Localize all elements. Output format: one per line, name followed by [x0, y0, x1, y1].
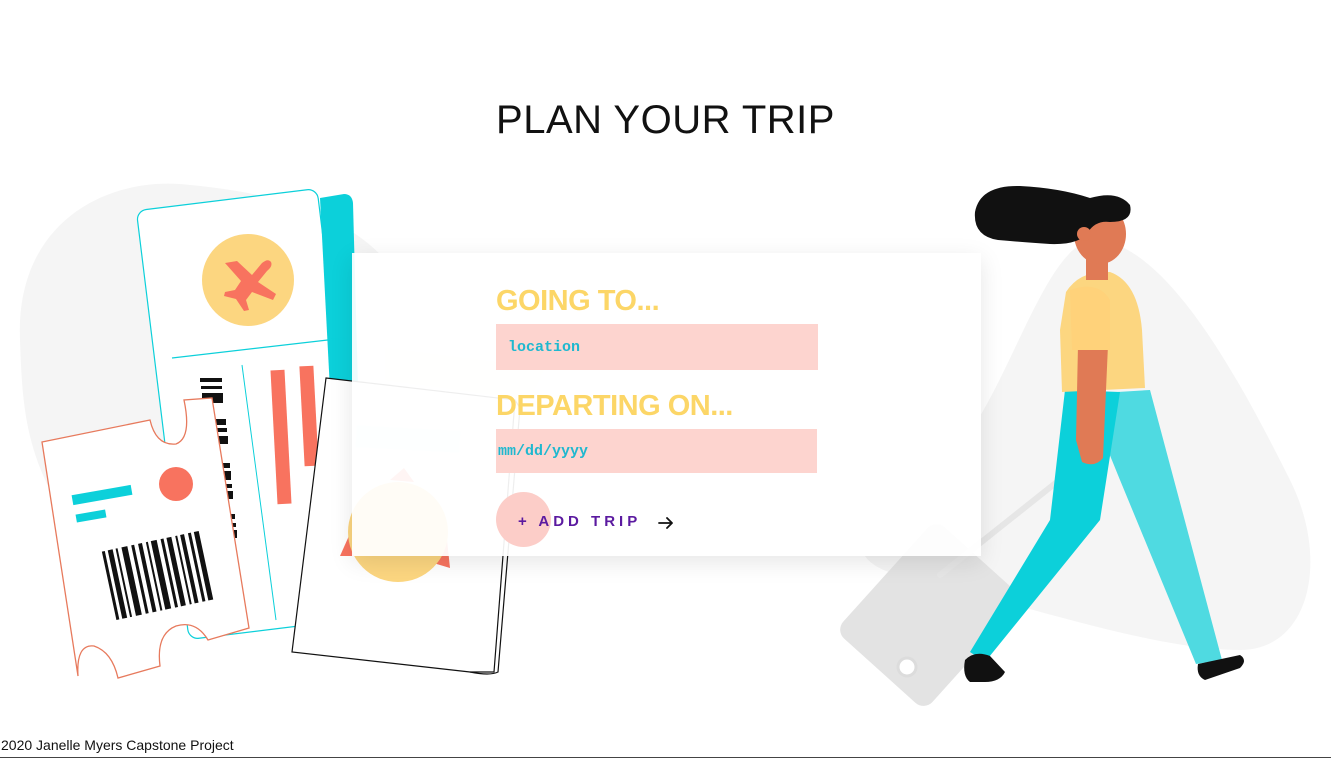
add-trip-label: + ADD TRIP	[518, 513, 642, 530]
footer-divider	[0, 757, 1331, 758]
departure-date-label: DEPARTING ON...	[496, 390, 733, 422]
plan-trip-card: GOING TO... DEPARTING ON... + ADD TRIP	[352, 253, 981, 556]
ticket-dot	[159, 467, 193, 501]
admission-ticket	[41, 397, 250, 679]
destination-input[interactable]	[496, 324, 818, 370]
destination-label: GOING TO...	[496, 285, 660, 317]
departure-date-input[interactable]	[496, 429, 817, 473]
add-trip-button[interactable]: + ADD TRIP	[496, 491, 696, 547]
footer-credit: 2020 Janelle Myers Capstone Project	[1, 737, 234, 753]
arrow-right-icon	[658, 517, 673, 529]
